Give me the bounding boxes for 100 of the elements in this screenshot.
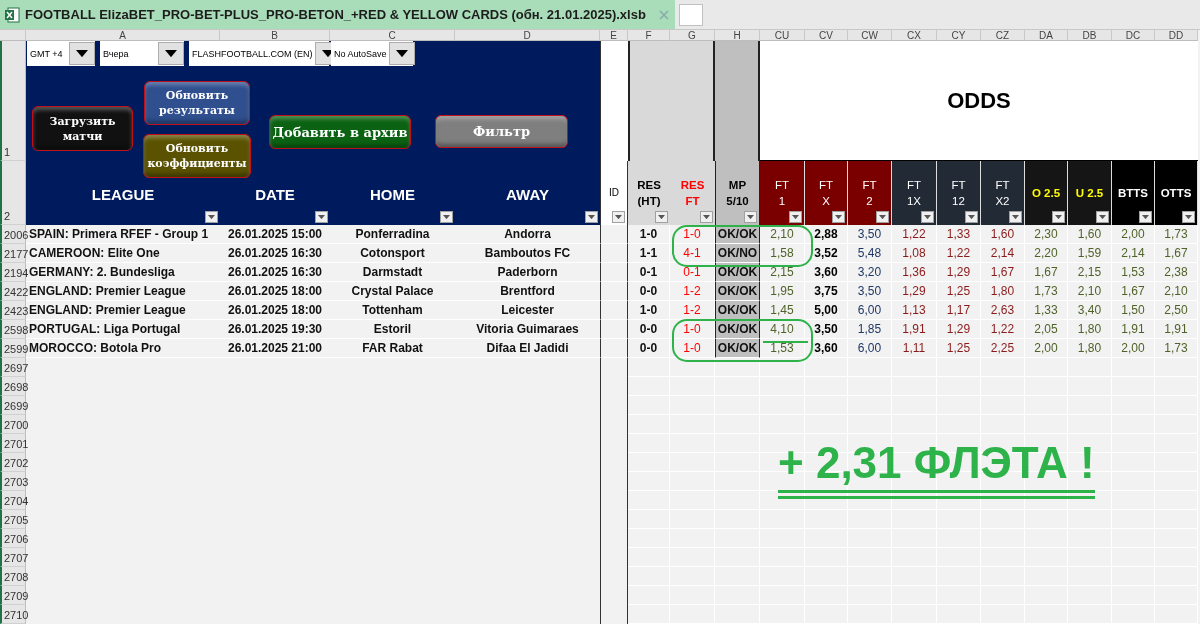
filter-button[interactable] (1009, 211, 1022, 223)
row-number[interactable]: 2710 (0, 605, 26, 624)
odds-cell: 2,00 (1112, 225, 1155, 244)
column-header[interactable]: A (26, 30, 220, 41)
row-number[interactable]: 2599 (0, 339, 26, 358)
filter-button[interactable] (832, 211, 845, 223)
dropdown[interactable]: No AutoSave (331, 41, 413, 66)
row-number[interactable]: 2701 (0, 434, 26, 453)
row-number[interactable]: 2702 (0, 453, 26, 472)
action-button[interactable]: Добавить в архив (269, 115, 411, 149)
caret-icon (1012, 214, 1019, 220)
column-header[interactable]: H (715, 30, 760, 41)
row-number[interactable]: 2709 (0, 586, 26, 605)
odds-cell: 1,45 (760, 301, 805, 320)
score-cell: 0-0 (628, 320, 670, 339)
action-button[interactable]: Фильтр (435, 115, 568, 148)
caret-icon (968, 214, 975, 220)
action-button[interactable]: Загрузить матчи (32, 106, 133, 151)
empty-cell (600, 548, 628, 567)
column-header[interactable]: B (220, 30, 330, 41)
filter-button[interactable] (205, 211, 218, 223)
workbook-tab[interactable]: FOOTBALL ElizaBET_PRO-BET-PLUS_PRO-BETON_+RED & YELLOW CARDS (обн. 21.01.2025).xlsb (0, 0, 675, 29)
row-number[interactable]: 2423 (0, 301, 26, 320)
odds-cell: 1,33 (1025, 301, 1068, 320)
column-header[interactable]: F (628, 30, 670, 41)
filter-button[interactable] (612, 211, 625, 223)
row-number[interactable]: 2177 (0, 244, 26, 263)
caret-icon (208, 214, 215, 220)
filter-button[interactable] (655, 211, 668, 223)
row-number[interactable]: 2706 (0, 529, 26, 548)
column-header[interactable]: C (330, 30, 455, 41)
row-number[interactable]: 2194 (0, 263, 26, 282)
row-number[interactable]: 2708 (0, 567, 26, 586)
row-number[interactable]: 2598 (0, 320, 26, 339)
filter-button[interactable] (1139, 211, 1152, 223)
dropdown[interactable]: Вчера (100, 41, 184, 66)
empty-cell (760, 472, 805, 491)
empty-cell (628, 472, 670, 491)
empty-cell (628, 377, 670, 396)
window-title: FOOTBALL ElizaBET_PRO-BET-PLUS_PRO-BETON_+RED & YELLOW CARDS (обн. 21.01.2025).xlsb (25, 7, 646, 22)
column-heading: LEAGUE (91, 187, 155, 203)
filter-button[interactable] (876, 211, 889, 223)
column-header[interactable]: E (600, 30, 628, 41)
caret-icon (924, 214, 931, 220)
caret-icon (747, 214, 754, 220)
row-number[interactable]: 2006 (0, 225, 26, 244)
odds-cell: 1,67 (1112, 282, 1155, 301)
row-number[interactable]: 2703 (0, 472, 26, 491)
column-heading: RES FT (670, 161, 715, 225)
action-button[interactable]: Обновить коэффициенты (143, 134, 251, 178)
column-header[interactable]: DD (1155, 30, 1198, 41)
row-number[interactable]: 2705 (0, 510, 26, 529)
row-number[interactable]: 2 (0, 161, 26, 225)
odds-cell: 2,88 (805, 225, 848, 244)
filter-button[interactable] (965, 211, 978, 223)
odds-cell: 3,40 (1068, 301, 1112, 320)
row-number[interactable]: 2707 (0, 548, 26, 567)
filter-button[interactable] (440, 211, 453, 223)
row-number[interactable]: 2699 (0, 396, 26, 415)
empty-cell (937, 491, 981, 510)
dropdown[interactable]: FLASHFOOTBALL.COM (EN) (189, 41, 329, 66)
filter-button[interactable] (315, 211, 328, 223)
odds-cell: 1,33 (937, 225, 981, 244)
empty-cell (600, 434, 628, 453)
empty-cell (670, 358, 715, 377)
odds-cell: 2,25 (981, 339, 1025, 358)
column-heading: U 2.5 (1068, 161, 1112, 225)
empty-cell (600, 510, 628, 529)
filter-button[interactable] (789, 211, 802, 223)
filter-button[interactable] (585, 211, 598, 223)
row-number[interactable]: 2704 (0, 491, 26, 510)
column-header[interactable]: G (670, 30, 715, 41)
column-header[interactable]: D (455, 30, 600, 41)
filter-button[interactable] (1052, 211, 1065, 223)
filter-button[interactable] (921, 211, 934, 223)
odds-cell: 1,67 (1025, 263, 1068, 282)
row-number[interactable]: 2422 (0, 282, 26, 301)
date-cell: 26.01.2025 15:00 (220, 225, 330, 244)
empty-cell (628, 396, 670, 415)
filter-button[interactable] (700, 211, 713, 223)
filter-button[interactable] (744, 211, 757, 223)
row-number[interactable]: 1 (0, 41, 26, 161)
empty-cell (628, 358, 670, 377)
column-heading: FT X (805, 161, 848, 225)
dropdown[interactable]: GMT +4 (27, 41, 95, 66)
filter-button[interactable] (1096, 211, 1109, 223)
row-number[interactable]: 2700 (0, 415, 26, 434)
odds-cell: 2,10 (1155, 282, 1198, 301)
id-cell (600, 263, 628, 282)
empty-cell (628, 586, 670, 605)
score-cell: 1-0 (628, 225, 670, 244)
row-number[interactable]: 2697 (0, 358, 26, 377)
filter-button[interactable] (1182, 211, 1195, 223)
caret-icon (588, 214, 595, 220)
odds-cell: 2,10 (1068, 282, 1112, 301)
empty-cell (628, 434, 670, 453)
column-heading: OTTS (1155, 161, 1198, 225)
action-button[interactable]: Обновить результаты (144, 81, 250, 125)
row-number[interactable]: 2698 (0, 377, 26, 396)
odds-cell: 3,75 (805, 282, 848, 301)
